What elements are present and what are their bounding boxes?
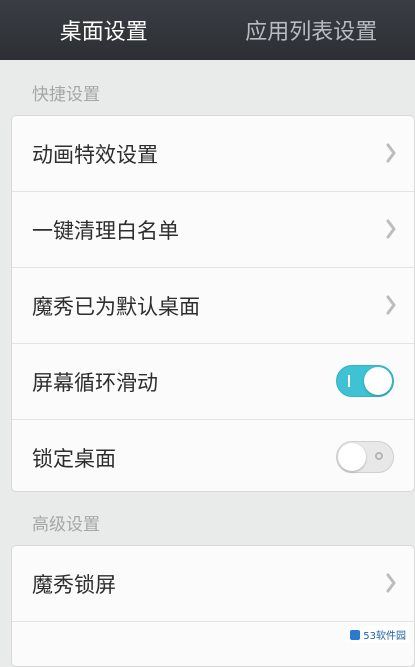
tab-desktop-settings[interactable]: 桌面设置: [0, 0, 208, 60]
toggle-on-mark-icon: [348, 375, 350, 387]
tab-bar: 桌面设置 应用列表设置: [0, 0, 415, 60]
chevron-right-icon: [386, 573, 396, 593]
settings-row-loop-scrolling: 屏幕循环滑动: [12, 344, 414, 420]
settings-row-lock-screen[interactable]: 魔秀锁屏: [12, 546, 414, 622]
watermark-logo-icon: [350, 630, 360, 640]
tab-app-list-settings[interactable]: 应用列表设置: [208, 0, 415, 60]
toggle-off-mark-icon: [375, 452, 383, 460]
section-title-advanced-settings: 高级设置: [32, 510, 100, 535]
quick-settings-card: 动画特效设置 一键清理白名单 魔秀已为默认桌面 屏幕循环滑动 锁定桌面: [11, 115, 415, 492]
section-title-quick-settings: 快捷设置: [32, 80, 100, 105]
row-label: 魔秀已为默认桌面: [32, 291, 200, 321]
chevron-right-icon: [386, 295, 396, 315]
toggle-knob: [364, 367, 392, 395]
settings-row-lock-desktop: 锁定桌面: [12, 420, 414, 492]
chevron-right-icon: [386, 143, 396, 163]
row-label: 动画特效设置: [32, 139, 158, 169]
settings-row-cleanup-whitelist[interactable]: 一键清理白名单: [12, 192, 414, 268]
chevron-right-icon: [386, 219, 396, 239]
watermark: 53软件园: [347, 626, 409, 643]
lock-desktop-toggle[interactable]: [336, 441, 394, 473]
advanced-settings-card: 魔秀锁屏: [11, 545, 415, 667]
loop-scrolling-toggle[interactable]: [336, 365, 394, 397]
settings-row-default-launcher[interactable]: 魔秀已为默认桌面: [12, 268, 414, 344]
watermark-text: 53软件园: [363, 627, 406, 642]
row-label: 魔秀锁屏: [32, 569, 116, 599]
toggle-knob: [338, 443, 366, 471]
row-label: 屏幕循环滑动: [32, 367, 158, 397]
settings-row-animation-effects[interactable]: 动画特效设置: [12, 116, 414, 192]
row-label: 一键清理白名单: [32, 215, 179, 245]
row-label: 锁定桌面: [32, 443, 116, 473]
